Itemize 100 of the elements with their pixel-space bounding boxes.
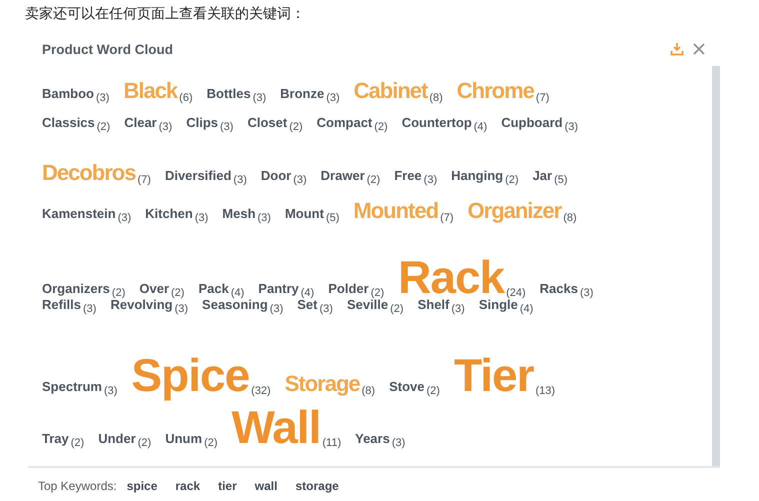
- keyword: Kitchen: [145, 206, 193, 221]
- keyword: Seville: [346, 297, 388, 312]
- keyword-count: (8): [429, 92, 443, 104]
- keyword: Door: [260, 168, 292, 183]
- keyword: Tier: [454, 349, 534, 401]
- keyword-count: (4): [474, 121, 488, 133]
- top-keywords-label: Top Keywords:: [38, 479, 117, 493]
- keyword-count: (2): [204, 437, 218, 449]
- keyword-count: (3): [252, 92, 266, 104]
- keyword-count: (13): [536, 385, 556, 397]
- keyword-count: (3): [118, 212, 132, 224]
- keyword: Free: [394, 168, 422, 183]
- panel-title: Product Word Cloud: [42, 42, 173, 56]
- keyword: Mounted: [353, 198, 438, 223]
- keyword: Storage: [284, 371, 360, 396]
- keyword: Stove: [389, 379, 424, 394]
- keyword: Decobros: [42, 160, 136, 185]
- keyword-count: (3): [83, 303, 96, 315]
- keyword-count: (3): [326, 92, 340, 104]
- keyword: Years: [355, 431, 390, 446]
- top-keyword: storage: [295, 479, 339, 493]
- keyword: Bottles: [206, 86, 251, 101]
- keyword: Over: [139, 281, 170, 296]
- keyword-count: (7): [440, 212, 454, 224]
- keyword: Single: [478, 297, 518, 312]
- keyword-count: (8): [362, 385, 376, 397]
- keyword: Countertop: [402, 115, 472, 130]
- keyword: Racks: [540, 281, 578, 296]
- keyword: Drawer: [320, 168, 365, 183]
- keyword-count: (2): [366, 174, 380, 186]
- keyword-count: (2): [390, 303, 404, 315]
- keyword: Seasoning: [202, 297, 268, 312]
- top-keyword: spice: [126, 479, 158, 493]
- keyword-count: (5): [554, 174, 568, 186]
- keyword-count: (3): [293, 174, 307, 186]
- keyword: Bronze: [280, 86, 324, 101]
- keyword-count: (2): [96, 121, 110, 133]
- download-icon[interactable]: [670, 42, 684, 56]
- keyword-count: (2): [70, 437, 84, 449]
- keyword: Kamenstein: [42, 206, 116, 221]
- close-icon[interactable]: [692, 42, 706, 56]
- keyword: Bamboo: [42, 86, 94, 101]
- keyword-count: (4): [520, 303, 534, 315]
- keyword: Black: [123, 78, 178, 103]
- keyword: Jar: [532, 168, 552, 183]
- keyword-count: (5): [326, 212, 340, 224]
- scrollbar[interactable]: [712, 66, 720, 466]
- keyword-count: (2): [112, 287, 126, 299]
- keyword: Pantry: [258, 281, 299, 296]
- top-keyword: wall: [254, 479, 278, 493]
- keyword: Organizers: [42, 281, 110, 296]
- intro-text: 卖家还可以在任何页面上查看关联的关键词：: [25, 5, 306, 24]
- keyword-count: (3): [258, 212, 271, 224]
- keyword: Under: [98, 431, 136, 446]
- keyword-count: (3): [564, 121, 578, 133]
- keyword: Chrome: [456, 78, 534, 103]
- keyword-count: (2): [171, 287, 184, 299]
- keyword: Compact: [316, 115, 372, 130]
- keyword: Hanging: [451, 168, 504, 183]
- keyword-count: (2): [374, 121, 388, 133]
- keyword: Unum: [165, 431, 202, 446]
- top-keyword: rack: [175, 479, 200, 493]
- keyword-count: (3): [424, 174, 438, 186]
- keyword-count: (11): [322, 437, 342, 449]
- keyword: Spice: [131, 349, 250, 401]
- top-keyword: tier: [218, 479, 237, 493]
- keyword: Mesh: [222, 206, 256, 221]
- keyword-count: (3): [270, 303, 284, 315]
- keyword-count: (3): [319, 303, 333, 315]
- keyword-count: (3): [580, 287, 594, 299]
- keyword: Closet: [247, 115, 288, 130]
- keyword-count: (2): [289, 121, 303, 133]
- keyword: Refills: [42, 297, 82, 312]
- keyword: Mount: [284, 206, 324, 221]
- keyword: Clips: [186, 115, 218, 130]
- keyword: Clear: [124, 115, 157, 130]
- keyword: Organizer: [468, 198, 562, 223]
- keyword-count: (2): [370, 287, 384, 299]
- keyword: Cupboard: [501, 115, 563, 130]
- keyword: Set: [297, 297, 318, 312]
- keyword-count: (3): [96, 92, 110, 104]
- keyword: Tray: [42, 431, 69, 446]
- keyword-count: (3): [174, 303, 188, 315]
- keyword-count: (2): [505, 174, 519, 186]
- keyword-count: (2): [426, 385, 440, 397]
- keyword-count: (6): [179, 92, 193, 104]
- keyword-count: (7): [536, 92, 550, 104]
- keyword-count: (3): [233, 174, 247, 186]
- keyword-count: (3): [451, 303, 465, 315]
- keyword-count: (32): [251, 385, 271, 397]
- keyword-count: (24): [506, 287, 526, 299]
- keyword-count: (4): [300, 287, 314, 299]
- keyword-count: (3): [158, 121, 172, 133]
- keyword-count: (3): [220, 121, 234, 133]
- keyword-count: (3): [104, 385, 118, 397]
- keyword: Cabinet: [354, 78, 428, 103]
- keyword: Spectrum: [42, 379, 102, 394]
- keyword: Pack: [198, 281, 229, 296]
- keyword-count: (4): [230, 287, 244, 299]
- keyword: Classics: [42, 115, 95, 130]
